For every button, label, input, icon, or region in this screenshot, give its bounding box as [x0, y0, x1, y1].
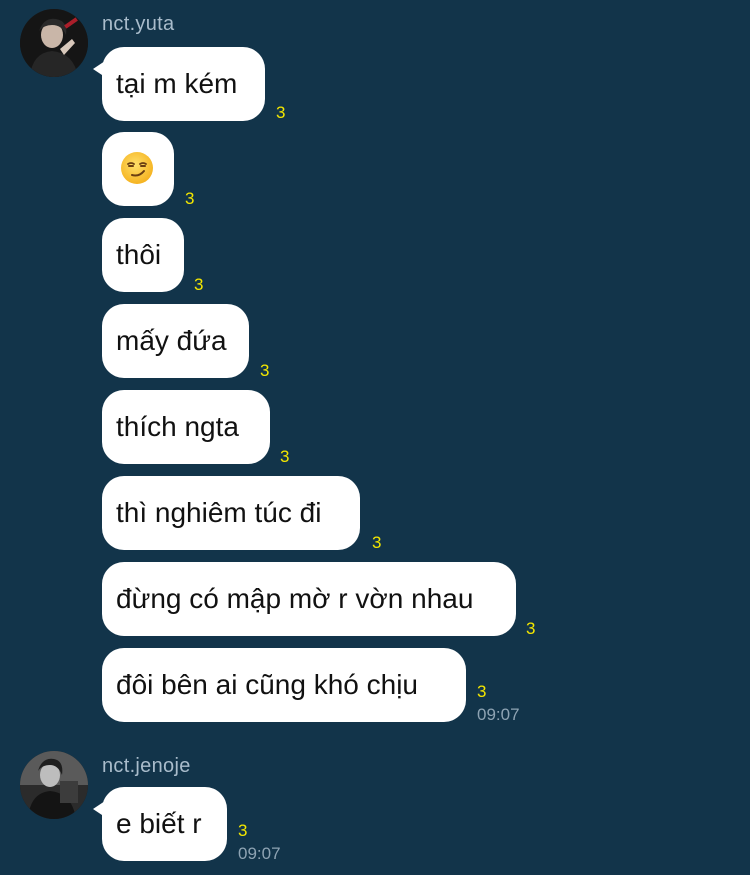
profile-photo-icon: [20, 751, 88, 819]
avatar[interactable]: [20, 751, 88, 819]
read-count: 3: [477, 682, 487, 701]
message-bubble[interactable]: mấy đứa: [102, 304, 249, 378]
read-count: 3: [526, 619, 536, 638]
read-count: 3: [280, 447, 290, 466]
read-count: 3: [194, 275, 204, 294]
message-bubble[interactable]: đừng có mập mờ r vờn nhau: [102, 562, 516, 636]
profile-photo-icon: [20, 9, 88, 77]
read-count: 3: [260, 361, 270, 380]
read-count: 3: [185, 189, 195, 208]
sender-name: nct.yuta: [102, 13, 175, 35]
sender-name: nct.jenoje: [102, 755, 191, 777]
message-bubble[interactable]: e biết r: [93, 787, 227, 861]
message-timestamp: 09:07: [238, 844, 281, 863]
message-timestamp: 09:07: [477, 705, 520, 724]
avatar[interactable]: [20, 9, 88, 77]
message-bubble[interactable]: tại m kém: [93, 47, 265, 121]
chat-view: nct.yuta tại m kém 3 3 thôi 3 mấy đứa 3 …: [0, 0, 750, 875]
smirking-face-icon: [119, 150, 155, 186]
message-bubble[interactable]: thôi: [102, 218, 184, 292]
message-bubble[interactable]: đôi bên ai cũng khó chịu: [102, 648, 466, 722]
message-bubble[interactable]: thì nghiêm túc đi: [102, 476, 360, 550]
message-bubble[interactable]: [102, 132, 174, 206]
read-count: 3: [372, 533, 382, 552]
read-count: 3: [276, 103, 286, 122]
read-count: 3: [238, 821, 248, 840]
message-bubble[interactable]: thích ngta: [102, 390, 270, 464]
